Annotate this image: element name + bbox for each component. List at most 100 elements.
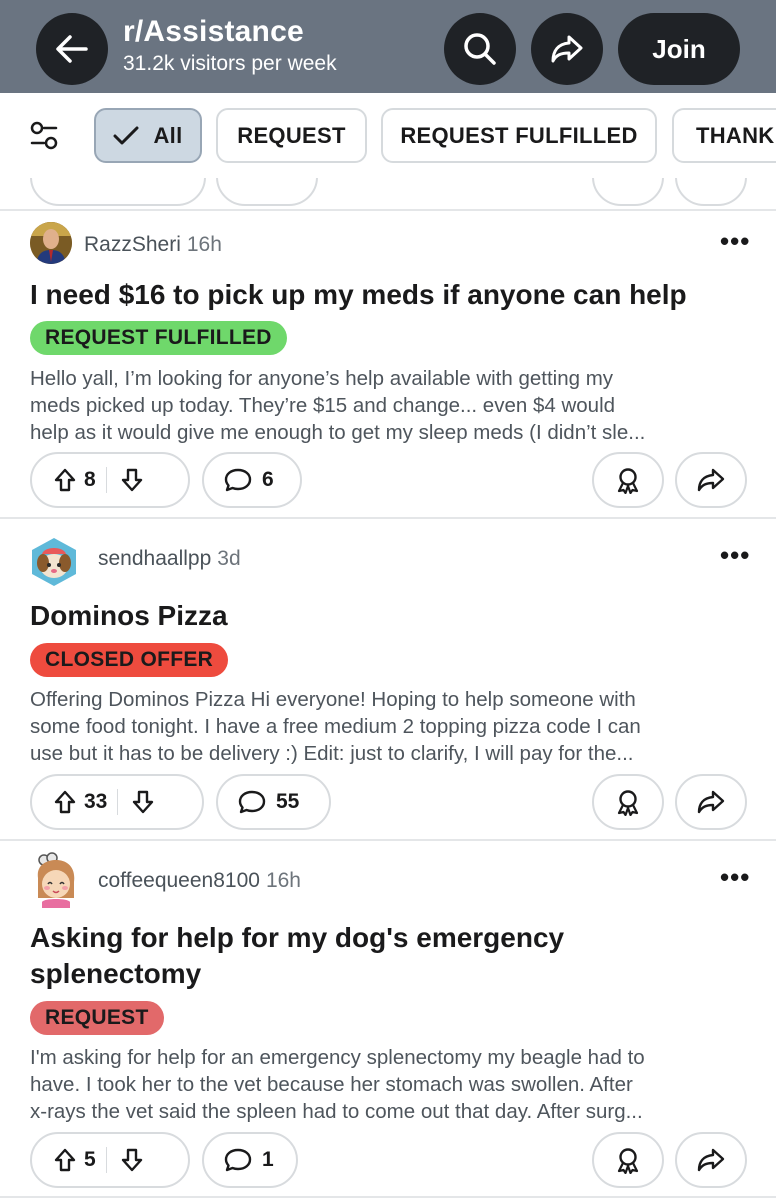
share-post-button[interactable] <box>675 774 747 830</box>
award-icon <box>617 790 639 816</box>
filter-chip-request[interactable]: REQUEST <box>216 108 367 163</box>
post-author[interactable]: coffeequeen8100 16h <box>98 869 301 893</box>
arrow-left-icon <box>56 35 88 63</box>
more-options-icon[interactable]: ••• <box>720 226 750 257</box>
vote-separator <box>105 467 107 493</box>
post-card[interactable]: RazzSheri 16h ••• I need $16 to pick up m… <box>0 210 776 518</box>
filter-chip-label: REQUEST FULFILLED <box>400 122 638 148</box>
upvote-icon[interactable] <box>54 1148 76 1172</box>
upvote-icon[interactable] <box>54 468 76 492</box>
share-icon <box>697 790 725 814</box>
body-line: some food tonight. I have a free medium … <box>30 715 641 738</box>
body-line: Offering Dominos Pizza Hi everyone! Hopi… <box>30 688 636 711</box>
vote-pill-partial[interactable] <box>30 178 206 206</box>
post-card[interactable]: sendhaallpp 3d ••• Dominos Pizza CLOSED O… <box>0 518 776 840</box>
avatar[interactable] <box>30 852 82 908</box>
filter-chip-label: REQUEST <box>237 122 346 148</box>
share-post-button[interactable] <box>675 452 747 508</box>
award-icon <box>617 1148 639 1174</box>
search-button[interactable] <box>444 13 516 85</box>
post-flair[interactable]: REQUEST <box>30 1001 164 1035</box>
post-title[interactable]: I need $16 to pick up my meds if anyone … <box>30 277 750 313</box>
author-name[interactable]: sendhaallpp <box>98 547 211 570</box>
comments-button[interactable]: 1 <box>202 1132 298 1188</box>
award-button[interactable] <box>592 452 664 508</box>
subreddit-name[interactable]: r/Assistance <box>123 15 304 49</box>
share-icon <box>697 1148 725 1172</box>
author-name[interactable]: coffeequeen8100 <box>98 869 260 892</box>
title-line: splenectomy <box>30 958 202 989</box>
vote-count: 33 <box>84 790 108 813</box>
award-icon <box>617 468 639 494</box>
share-pill-partial[interactable] <box>675 178 747 206</box>
vote-pill: 33 <box>30 774 204 830</box>
upvote-icon[interactable] <box>54 790 76 814</box>
filter-chip-request-fulfilled[interactable]: REQUEST FULFILLED <box>381 108 657 163</box>
body-line: help as it would give me enough to get m… <box>30 421 646 444</box>
back-button[interactable] <box>36 13 108 85</box>
filter-chip-label: THANK <box>696 122 775 148</box>
comments-button[interactable]: 6 <box>202 452 302 508</box>
post-body[interactable]: Hello yall, I’m looking for anyone’s hel… <box>30 365 750 446</box>
visitor-count: 31.2k visitors per week <box>123 52 337 75</box>
award-pill-partial[interactable] <box>592 178 664 206</box>
vote-separator <box>105 1147 107 1173</box>
comment-count: 1 <box>262 1148 274 1171</box>
post-age: 16h <box>186 233 222 256</box>
author-name[interactable]: RazzSheri <box>84 233 181 256</box>
award-button[interactable] <box>592 1132 664 1188</box>
post-flair[interactable]: REQUEST FULFILLED <box>30 321 287 355</box>
avatar[interactable] <box>30 222 72 264</box>
divider <box>0 1196 776 1198</box>
body-line: I'm asking for help for an emergency spl… <box>30 1046 645 1069</box>
post-title[interactable]: Dominos Pizza <box>30 598 750 634</box>
comment-icon <box>238 790 266 814</box>
comment-icon <box>224 1148 252 1172</box>
search-icon <box>464 33 496 65</box>
award-button[interactable] <box>592 774 664 830</box>
vote-count: 5 <box>84 1148 96 1171</box>
post-age: 16h <box>265 869 301 892</box>
post-card[interactable]: coffeequeen8100 16h ••• Asking for help f… <box>0 840 776 1199</box>
comment-count: 6 <box>262 468 274 491</box>
downvote-icon[interactable] <box>132 790 154 814</box>
comment-count: 55 <box>276 790 300 813</box>
body-line: have. I took her to the vet because her … <box>30 1073 633 1096</box>
checkmark-icon <box>113 126 139 146</box>
vote-count: 8 <box>84 468 96 491</box>
join-button[interactable]: Join <box>618 13 740 85</box>
post-flair[interactable]: CLOSED OFFER <box>30 643 229 677</box>
post-age: 3d <box>217 547 241 570</box>
post-author[interactable]: RazzSheri 16h <box>84 233 222 257</box>
filter-icon[interactable] <box>30 121 58 151</box>
more-options-icon[interactable]: ••• <box>720 540 750 571</box>
downvote-icon[interactable] <box>121 1148 143 1172</box>
post-body[interactable]: I'm asking for help for an emergency spl… <box>30 1044 750 1125</box>
filter-chip-thank[interactable]: THANK <box>672 108 776 163</box>
share-icon <box>697 468 725 492</box>
downvote-icon[interactable] <box>121 468 143 492</box>
share-button[interactable] <box>531 13 603 85</box>
title-line: Asking for help for my dog's emergency <box>30 922 565 953</box>
filter-chip-label: All <box>153 122 183 148</box>
body-line: meds picked up today. They’re $15 and ch… <box>30 394 616 417</box>
body-line: Hello yall, I’m looking for anyone’s hel… <box>30 367 614 390</box>
more-options-icon[interactable]: ••• <box>720 862 750 893</box>
body-line: use but it has to be delivery :) Edit: j… <box>30 742 634 765</box>
body-line: x-rays the vet said the spleen had to co… <box>30 1100 643 1123</box>
post-author[interactable]: sendhaallpp 3d <box>98 547 241 571</box>
filter-chip-all[interactable]: All <box>94 108 202 163</box>
comment-pill-partial[interactable] <box>216 178 318 206</box>
subreddit-header: r/Assistance 31.2k visitors per week Joi… <box>0 0 776 93</box>
comment-icon <box>224 468 252 492</box>
post-body[interactable]: Offering Dominos Pizza Hi everyone! Hopi… <box>30 686 750 767</box>
vote-separator <box>117 789 119 815</box>
post-title[interactable]: Asking for help for my dog's emergency s… <box>30 920 750 992</box>
share-post-button[interactable] <box>675 1132 747 1188</box>
vote-pill: 5 <box>30 1132 190 1188</box>
previous-post-actions-partial <box>0 178 776 210</box>
flair-filter-bar: All REQUEST REQUEST FULFILLED THANK <box>0 93 776 178</box>
vote-pill: 8 <box>30 452 190 508</box>
avatar[interactable] <box>28 536 80 588</box>
comments-button[interactable]: 55 <box>216 774 331 830</box>
